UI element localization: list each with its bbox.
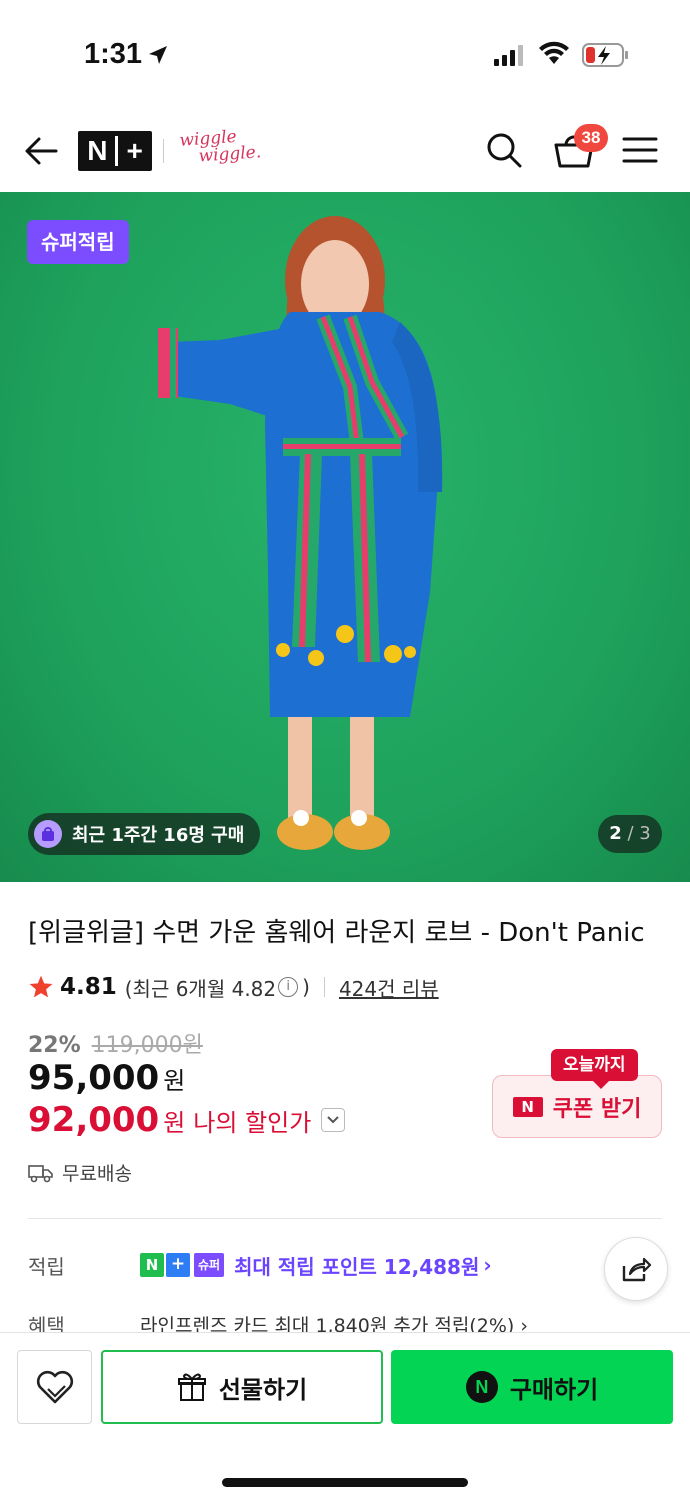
cellular-signal-icon: [494, 45, 523, 66]
membership-badges: N + 슈퍼: [140, 1253, 225, 1277]
coupon-deadline-tag: 오늘까지: [551, 1049, 638, 1089]
wifi-icon: [539, 41, 569, 64]
truck-icon: [28, 1164, 53, 1182]
recent-purchase-text: 최근 1주간 16명 구매: [72, 825, 245, 846]
rating-row: 4.81 (최근 6개월 4.82 i ) 424건 리뷰: [28, 970, 439, 1004]
product-title: [위글위글] 수면 가운 홈웨어 라운지 로브 - Don't Panic: [28, 918, 645, 948]
rating-recent-suffix: ): [302, 975, 310, 999]
sale-price: 95,000: [28, 1058, 160, 1098]
buy-button-label: 구매하기: [509, 1375, 599, 1404]
heart-icon: [36, 1370, 73, 1404]
badge-n: N: [140, 1253, 164, 1277]
super-points-badge: 슈퍼적립: [27, 220, 129, 264]
shipping-text: 무료배송: [62, 1163, 132, 1185]
naver-plus-store-logo[interactable]: N +: [78, 131, 152, 171]
rating-value: 4.81: [60, 974, 117, 1000]
rating-divider: [323, 977, 325, 997]
share-button[interactable]: [604, 1237, 668, 1301]
status-bar: 1:31: [0, 0, 690, 110]
search-icon[interactable]: [484, 130, 524, 170]
star-icon: [29, 975, 53, 998]
location-arrow-icon: [149, 46, 167, 64]
points-row[interactable]: 적립 N + 슈퍼 최대 적립 포인트 12,488원 ›: [28, 1248, 628, 1282]
cart-count-badge: 38: [574, 124, 608, 152]
gift-icon: [177, 1373, 206, 1401]
product-photo-robe: [158, 216, 443, 850]
rating-recent-prefix: (최근 6개월 4.82: [124, 976, 277, 1001]
back-arrow-icon[interactable]: [22, 132, 60, 170]
badge-plus: +: [166, 1253, 190, 1277]
my-price-unit: 원: [163, 1108, 186, 1137]
discount-percent: 22%: [28, 1033, 81, 1058]
header-divider: [163, 139, 164, 163]
logo-separator: [115, 136, 119, 166]
share-icon: [622, 1257, 652, 1282]
gift-button[interactable]: 선물하기: [101, 1350, 383, 1424]
naver-pay-icon: N: [465, 1371, 498, 1403]
badge-super: 슈퍼: [194, 1253, 225, 1277]
section-divider: [28, 1218, 662, 1219]
review-count-link[interactable]: 424건 리뷰: [339, 973, 439, 1002]
recent-purchase-pill: 최근 1주간 16명 구매: [28, 813, 261, 855]
battery-charging-icon: [582, 43, 628, 67]
discount-row: 22% 119,000원: [28, 1027, 203, 1059]
page-current: 2: [609, 823, 622, 844]
points-label: 적립: [28, 1254, 65, 1279]
buy-button[interactable]: N 구매하기: [391, 1350, 673, 1424]
coupon-button-label: 쿠폰 받기: [552, 1096, 642, 1122]
page-sep: /: [621, 823, 640, 844]
chevron-down-icon[interactable]: [321, 1108, 346, 1132]
naver-n-icon: N: [512, 1096, 543, 1117]
coupon-download-button[interactable]: N 쿠폰 받기: [492, 1075, 662, 1138]
image-page-indicator: 2 / 3: [598, 815, 662, 853]
gift-button-label: 선물하기: [218, 1375, 308, 1404]
chevron-right-icon: ›: [483, 1253, 492, 1277]
brand-logo[interactable]: wiggle wiggle.: [179, 127, 262, 167]
shipping-row: 무료배송: [28, 1159, 132, 1186]
wishlist-button[interactable]: [17, 1350, 92, 1424]
my-price-row[interactable]: 92,000 원 나의 할인가: [28, 1100, 346, 1140]
page-total: 3: [639, 823, 651, 844]
top-nav-bar: N + wiggle wiggle. 38: [0, 112, 690, 192]
bottom-action-bar: 선물하기 N 구매하기: [0, 1332, 690, 1500]
logo-n: N: [87, 135, 108, 166]
original-price: 119,000원: [91, 1033, 203, 1058]
status-time: 1:31: [84, 38, 143, 70]
info-icon[interactable]: i: [278, 977, 299, 997]
sale-price-unit: 원: [163, 1067, 186, 1095]
sale-price-row: 95,000 원: [28, 1058, 185, 1098]
max-points-text: 최대 적립 포인트 12,488원: [234, 1254, 480, 1279]
my-price: 92,000: [28, 1100, 160, 1140]
my-price-label: 나의 할인가: [193, 1108, 312, 1137]
shopping-bag-icon: [34, 820, 62, 848]
menu-icon[interactable]: [622, 134, 658, 166]
product-image-carousel[interactable]: 슈퍼적립 최근 1주간 16명 구매 2 / 3: [0, 192, 690, 882]
brand-logo-line2: wiggle.: [197, 142, 262, 167]
logo-plus: +: [126, 135, 143, 166]
home-indicator: [222, 1478, 468, 1487]
